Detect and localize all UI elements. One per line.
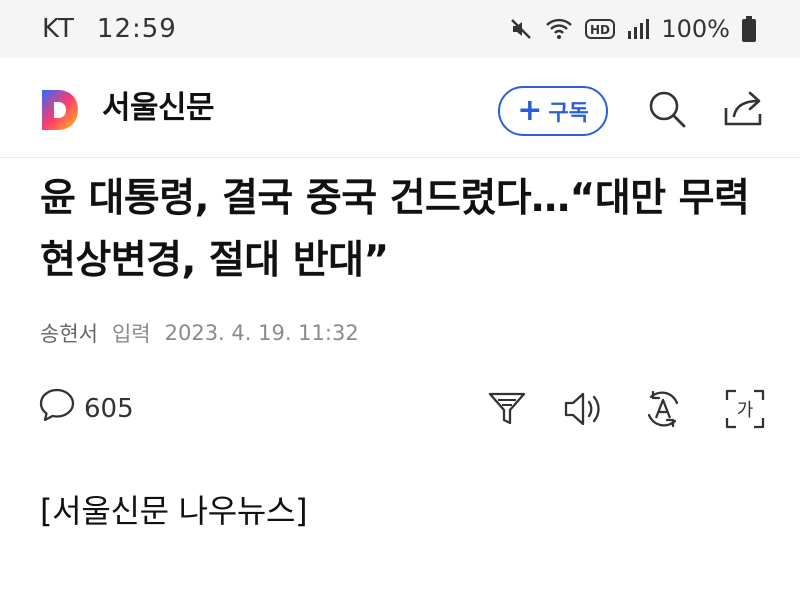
plus-icon: +: [517, 93, 543, 128]
article-datetime: 2023. 4. 19. 11:32: [164, 321, 359, 345]
article-toolbar: 605 가: [38, 384, 768, 434]
mute-icon: [509, 17, 533, 41]
article-lead: [서울신문 나우뉴스]: [40, 492, 308, 530]
font-size-icon[interactable]: 가: [724, 388, 766, 430]
translate-icon[interactable]: [642, 388, 684, 430]
article-meta: 송현서 입력 2023. 4. 19. 11:32: [40, 318, 359, 348]
wifi-icon: [545, 17, 573, 41]
status-bar: KT 12:59 HD 100%: [0, 0, 800, 58]
reporter-name[interactable]: 송현서: [40, 318, 98, 348]
text-to-speech-icon[interactable]: [562, 388, 604, 430]
carrier-label: KT: [42, 14, 75, 44]
comment-count: 605: [84, 393, 134, 424]
status-left: KT 12:59: [42, 14, 177, 44]
summary-icon[interactable]: [486, 388, 528, 430]
hd-icon: HD: [585, 17, 616, 41]
input-label: 입력: [111, 322, 151, 346]
signal-icon: [627, 17, 650, 41]
font-size-glyph: 가: [737, 400, 754, 421]
battery-percent: 100%: [661, 15, 730, 43]
status-right: HD 100%: [509, 15, 756, 43]
press-name[interactable]: 서울신문: [102, 88, 215, 128]
daum-logo-icon[interactable]: [38, 88, 82, 132]
search-icon[interactable]: [646, 88, 688, 130]
subscribe-label: 구독: [548, 101, 589, 126]
article-headline: 윤 대통령, 결국 중국 건드렸다…“대만 무력 현상변경, 절대 반대”: [40, 176, 750, 283]
clock: 12:59: [96, 14, 177, 44]
comment-icon: [38, 386, 76, 431]
app-header: 서울신문 + 구독: [0, 58, 800, 158]
subscribe-button[interactable]: + 구독: [498, 86, 608, 136]
hd-badge-text: HD: [590, 23, 610, 37]
battery-icon: [742, 16, 756, 42]
comment-button[interactable]: 605: [38, 386, 134, 431]
share-icon[interactable]: [722, 88, 764, 130]
